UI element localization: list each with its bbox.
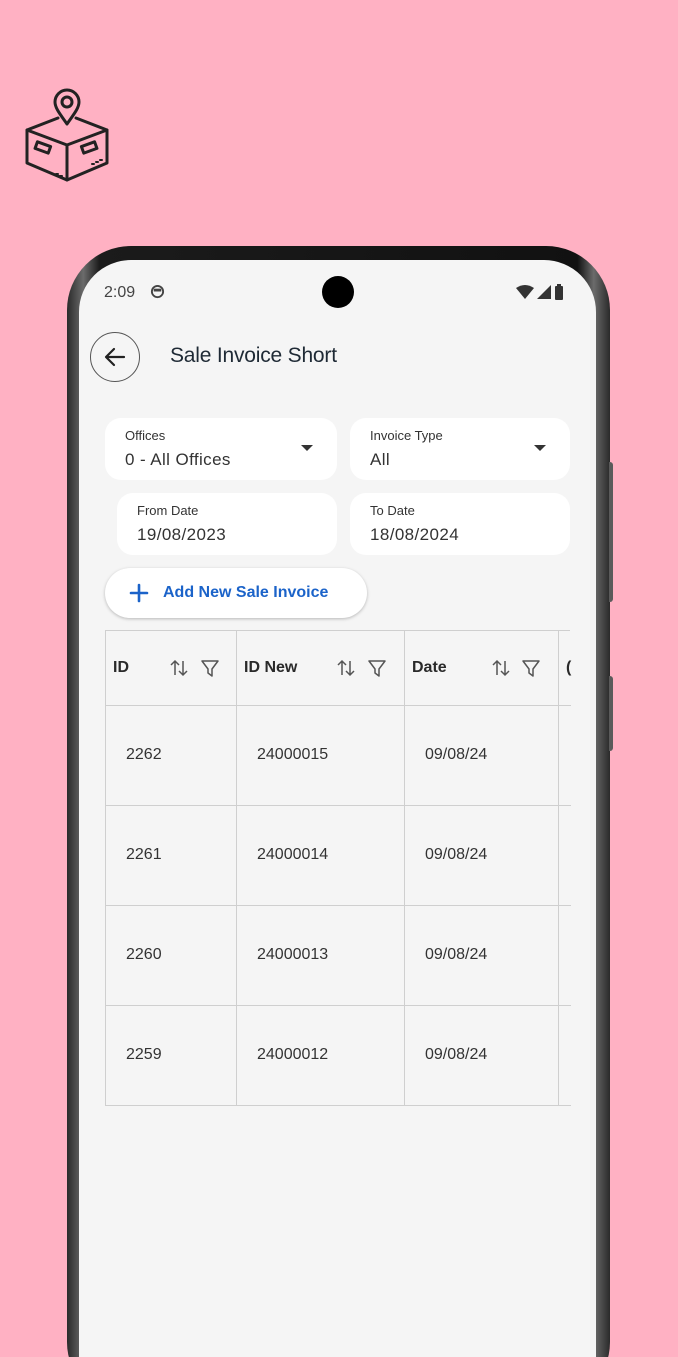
- invoice-type-value: All: [370, 450, 391, 469]
- phone-screen: 2:09 Sale Invoice Short Offices 0 - All …: [79, 260, 596, 1357]
- cell-text: 09/08/24: [425, 746, 488, 763]
- add-button-label: Add New Sale Invoice: [163, 584, 329, 601]
- column-header-id-new: ID New: [237, 631, 405, 706]
- invoice-type-dropdown[interactable]: Invoice Type All: [350, 418, 570, 480]
- cell-date: 09/08/24: [405, 806, 559, 906]
- from-date-value: 19/08/2023: [137, 525, 227, 544]
- cell-id-new: 24000014: [237, 806, 405, 906]
- table-header-row: ID ID New Date (: [106, 631, 571, 706]
- sort-icon[interactable]: [336, 658, 356, 678]
- status-time: 2:09: [104, 284, 136, 301]
- add-new-sale-invoice-button[interactable]: Add New Sale Invoice: [105, 568, 367, 618]
- cell-truncated: [559, 906, 571, 1006]
- cell-text: 09/08/24: [425, 946, 488, 963]
- cell-text: 24000013: [257, 946, 329, 963]
- sort-icon[interactable]: [491, 658, 511, 678]
- power-button: [609, 462, 613, 602]
- cell-date: 09/08/24: [405, 906, 559, 1006]
- cell-text: 09/08/24: [425, 846, 488, 863]
- table-body: 2262 24000015 09/08/24 2261 24000014 09/…: [106, 706, 571, 1106]
- cell-id: 2261: [106, 806, 237, 906]
- table-row[interactable]: 2261 24000014 09/08/24: [106, 806, 571, 906]
- column-header-id: ID: [106, 631, 237, 706]
- cell-date: 09/08/24: [405, 1006, 559, 1106]
- page-title: Sale Invoice Short: [170, 344, 337, 367]
- cell-text: 24000012: [257, 1046, 329, 1063]
- column-header-truncated: (: [559, 631, 571, 706]
- cell-truncated: [559, 1006, 571, 1106]
- notification-icon: [150, 284, 165, 299]
- offices-value: 0 - All Offices: [125, 450, 231, 469]
- cell-text: 2261: [126, 846, 162, 863]
- column-header-date: Date: [405, 631, 559, 706]
- table-row[interactable]: 2262 24000015 09/08/24: [106, 706, 571, 806]
- volume-button: [609, 676, 613, 751]
- truncated-column-label: (: [566, 659, 572, 676]
- cell-text: 2262: [126, 746, 162, 763]
- invoice-type-label: Invoice Type: [370, 428, 443, 443]
- to-date-value: 18/08/2024: [370, 525, 460, 544]
- column-label: ID New: [244, 659, 298, 676]
- invoice-table: ID ID New Date (2262 24000015 09/08/24 …: [105, 630, 571, 1106]
- front-camera: [322, 276, 354, 308]
- cell-text: 24000015: [257, 746, 329, 763]
- phone-frame: 2:09 Sale Invoice Short Offices 0 - All …: [67, 246, 613, 1357]
- column-label: Date: [412, 659, 447, 676]
- signal-icon: [537, 285, 551, 299]
- back-button[interactable]: [90, 332, 140, 382]
- to-date-field[interactable]: To Date 18/08/2024: [350, 493, 570, 555]
- cell-id-new: 24000012: [237, 1006, 405, 1106]
- cell-truncated: [559, 706, 571, 806]
- cell-text: 2260: [126, 946, 162, 963]
- offices-dropdown[interactable]: Offices 0 - All Offices: [105, 418, 337, 480]
- cell-id-new: 24000015: [237, 706, 405, 806]
- status-icons: [516, 284, 564, 300]
- battery-icon: [555, 284, 563, 300]
- arrow-back-icon: [104, 347, 126, 367]
- cell-id: 2260: [106, 906, 237, 1006]
- cell-text: 09/08/24: [425, 1046, 488, 1063]
- plus-icon: [129, 583, 149, 603]
- filter-icon[interactable]: [521, 658, 541, 678]
- dropdown-arrow-icon: [301, 445, 313, 451]
- cell-truncated: [559, 806, 571, 906]
- cell-id-new: 24000013: [237, 906, 405, 1006]
- to-date-label: To Date: [370, 503, 415, 518]
- dropdown-arrow-icon: [534, 445, 546, 451]
- cell-id: 2262: [106, 706, 237, 806]
- filter-icon[interactable]: [367, 658, 387, 678]
- table-row[interactable]: 2259 24000012 09/08/24: [106, 1006, 571, 1106]
- table-row[interactable]: 2260 24000013 09/08/24: [106, 906, 571, 1006]
- filter-icon[interactable]: [200, 658, 220, 678]
- cell-id: 2259: [106, 1006, 237, 1106]
- box-location-logo-icon: [25, 88, 109, 182]
- from-date-field[interactable]: From Date 19/08/2023: [117, 493, 337, 555]
- cell-date: 09/08/24: [405, 706, 559, 806]
- column-label: ID: [113, 659, 129, 676]
- wifi-icon: [516, 285, 534, 299]
- offices-label: Offices: [125, 428, 166, 443]
- cell-text: 2259: [126, 1046, 162, 1063]
- from-date-label: From Date: [137, 503, 199, 518]
- cell-text: 24000014: [257, 846, 329, 863]
- sort-icon[interactable]: [169, 658, 189, 678]
